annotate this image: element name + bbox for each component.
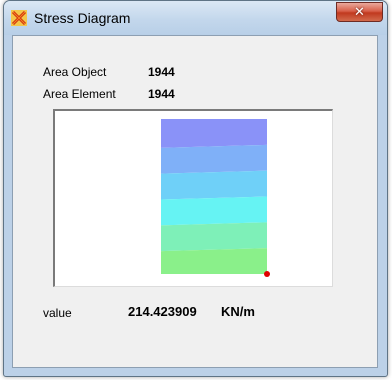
selected-point-marker — [264, 271, 270, 277]
area-element-value: 1944 — [148, 87, 175, 101]
contour-band — [161, 196, 267, 226]
contour-band — [161, 144, 267, 174]
close-button[interactable]: ✕ — [336, 2, 383, 22]
contour-canvas — [161, 119, 270, 277]
result-unit: KN/m — [221, 304, 255, 319]
contour-band — [161, 119, 267, 148]
app-icon — [11, 10, 27, 26]
contour-band — [161, 170, 267, 200]
dialog-body: Area Object 1944 Area Element 1944 value… — [12, 35, 378, 368]
result-label: value — [43, 306, 72, 320]
area-element-label: Area Element — [43, 87, 116, 101]
window-title: Stress Diagram — [34, 10, 131, 26]
area-object-label: Area Object — [43, 65, 107, 79]
stress-diagram-window: Stress Diagram ✕ Area Object 1944 Area E… — [3, 0, 388, 377]
stress-contour-plot[interactable] — [53, 109, 333, 287]
area-object-value: 1944 — [148, 65, 175, 79]
contour-band — [161, 222, 267, 252]
title-bar[interactable]: Stress Diagram ✕ — [4, 1, 387, 35]
contour-band — [161, 248, 267, 274]
result-value: 214.423909 — [128, 304, 197, 319]
close-icon: ✕ — [354, 4, 365, 20]
